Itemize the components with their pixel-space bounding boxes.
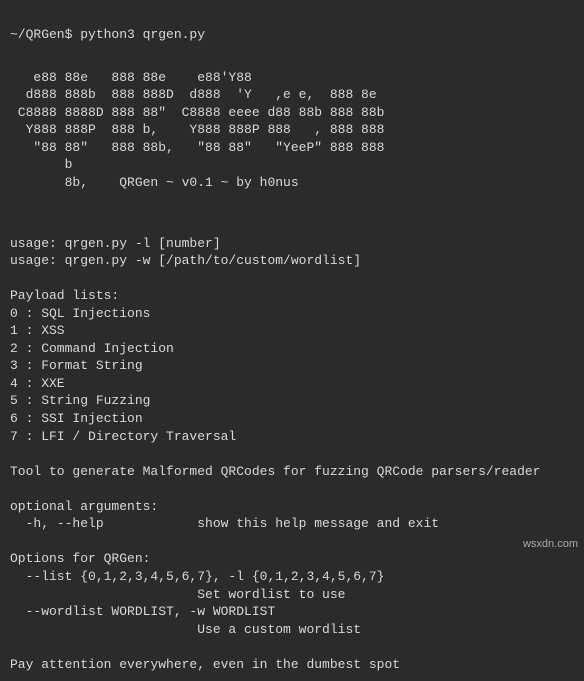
payload-item: 2 : Command Injection (10, 341, 174, 356)
list-option: --list {0,1,2,3,4,5,6,7}, -l {0,1,2,3,4,… (10, 569, 384, 602)
watermark: wsxdn.com (523, 537, 578, 552)
footer-message: Pay attention everywhere, even in the du… (10, 657, 400, 672)
payload-item: 5 : String Fuzzing (10, 393, 150, 408)
terminal-window[interactable]: ~/QRGen$ python3 qrgen.py e88 88e 888 88… (0, 0, 584, 681)
usage-line-1: usage: qrgen.py -l [number] (10, 236, 221, 251)
ascii-banner: e88 88e 888 88e e88'Y88 d888 888b 888 88… (10, 69, 574, 192)
payload-item: 1 : XSS (10, 323, 65, 338)
optional-args-header: optional arguments: (10, 499, 158, 514)
wordlist-option: --wordlist WORDLIST, -w WORDLIST Use a c… (10, 604, 361, 637)
payload-item: 6 : SSI Injection (10, 411, 143, 426)
qrgen-options-header: Options for QRGen: (10, 551, 150, 566)
payload-item: 7 : LFI / Directory Traversal (10, 429, 236, 444)
payload-header: Payload lists: (10, 288, 119, 303)
payload-item: 3 : Format String (10, 358, 143, 373)
payload-item: 0 : SQL Injections (10, 306, 150, 321)
payload-item: 4 : XXE (10, 376, 65, 391)
tool-description: Tool to generate Malformed QRCodes for f… (10, 464, 541, 479)
prompt-line: ~/QRGen$ python3 qrgen.py (10, 27, 205, 42)
usage-line-2: usage: qrgen.py -w [/path/to/custom/word… (10, 253, 361, 268)
help-option: -h, --help show this help message and ex… (10, 516, 439, 531)
